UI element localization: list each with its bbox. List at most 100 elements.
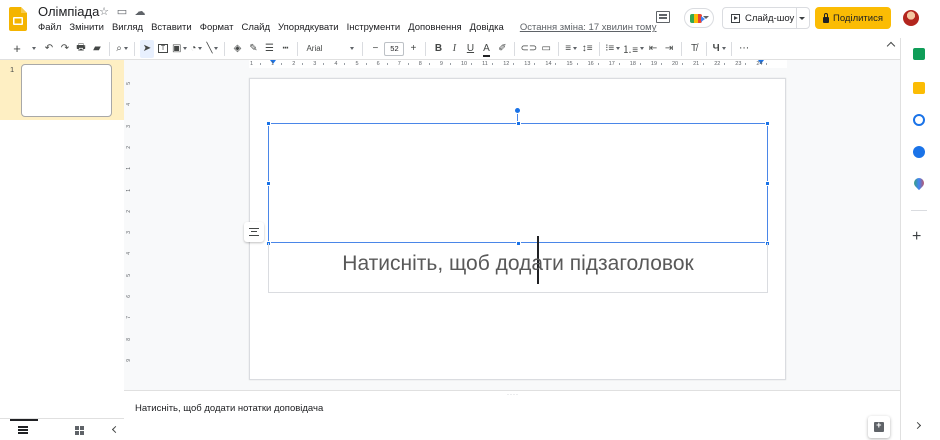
numbered-list-button[interactable]: ⒈≡	[622, 40, 645, 58]
resize-handle-top[interactable]	[516, 121, 521, 126]
chevron-left-icon[interactable]	[111, 425, 120, 434]
line-button[interactable]: ╲	[205, 40, 219, 58]
border-color-button[interactable]: ✎	[246, 40, 260, 58]
chevron-down-icon	[123, 47, 128, 50]
redo-button[interactable]: ↷	[58, 40, 72, 58]
print-button[interactable]: 🖶	[74, 40, 88, 58]
border-dash-button[interactable]: ┅	[278, 40, 292, 58]
move-folder-icon[interactable]: ▭	[116, 5, 128, 18]
image-icon: ▣	[172, 43, 182, 54]
slide[interactable]: Натисніть, щоб додати підзаголовок	[249, 78, 786, 380]
menu-insert[interactable]: Вставити	[147, 22, 196, 34]
avatar[interactable]	[903, 10, 919, 26]
maps-icon[interactable]	[911, 175, 927, 191]
plus-icon: +	[13, 41, 21, 56]
highlight-color-button[interactable]: ✐	[495, 40, 509, 58]
underline-button[interactable]: U	[463, 40, 477, 58]
ruler-tick-label: 8	[126, 337, 132, 341]
text-box-button[interactable]: T	[156, 40, 170, 58]
line-spacing-button[interactable]: ↕≡	[580, 40, 594, 58]
bulleted-list-button[interactable]: ⁝≡	[605, 40, 621, 58]
input-tools-button[interactable]: Ч	[712, 40, 726, 58]
resize-handle-right[interactable]	[765, 181, 770, 186]
menu-slide[interactable]: Слайд	[237, 22, 274, 34]
collapse-menus-chevron-icon[interactable]	[886, 41, 896, 51]
lock-icon	[823, 12, 830, 23]
comment-history-icon[interactable]	[656, 11, 670, 23]
border-weight-button[interactable]: ☰	[262, 40, 276, 58]
speaker-notes-input[interactable]: Натисніть, щоб додати нотатки доповідача	[135, 403, 323, 414]
grid-view-icon[interactable]	[75, 426, 84, 435]
undo-button[interactable]: ↶	[42, 40, 56, 58]
bold-button[interactable]: B	[431, 40, 445, 58]
keep-icon[interactable]	[913, 82, 925, 94]
italic-button[interactable]: I	[447, 40, 461, 58]
ruler-tick-mark	[513, 63, 515, 65]
sheets-icon[interactable]	[913, 48, 925, 60]
paint-format-button[interactable]: ▰	[90, 40, 104, 58]
insert-image-button[interactable]: ▣	[172, 40, 188, 58]
cloud-status-icon[interactable]: ☁	[134, 5, 146, 18]
insert-comment-button[interactable]: ▭	[539, 40, 553, 58]
menu-tools[interactable]: Інструменти	[343, 22, 405, 34]
menu-view[interactable]: Вигляд	[108, 22, 147, 34]
new-slide-button[interactable]: +	[10, 40, 24, 58]
star-icon[interactable]: ☆	[98, 5, 110, 18]
subtitle-placeholder[interactable]: Натисніть, щоб додати підзаголовок	[268, 243, 768, 293]
menu-format[interactable]: Формат	[196, 22, 238, 34]
select-tool-button[interactable]: ➤	[140, 39, 154, 58]
line-icon: ╲	[206, 43, 213, 54]
print-icon: 🖶	[76, 42, 86, 53]
chevron-right-icon[interactable]	[913, 421, 922, 430]
more-options-button[interactable]: ⋯	[737, 40, 751, 58]
resize-handle-top-left[interactable]	[266, 121, 271, 126]
insert-link-button[interactable]: ⊂⊃	[520, 40, 537, 58]
menu-addons[interactable]: Доповнення	[404, 22, 465, 34]
rotate-handle[interactable]	[514, 107, 521, 114]
menu-arrange[interactable]: Упорядкувати	[274, 22, 343, 34]
font-size-decrease-button[interactable]: −	[368, 40, 382, 58]
slides-logo-icon[interactable]	[9, 7, 27, 31]
vertical-align-button[interactable]	[244, 222, 264, 242]
ruler-tick-mark	[745, 63, 747, 65]
meet-button[interactable]	[684, 8, 714, 28]
toolbar-divider	[362, 41, 364, 56]
zoom-button[interactable]: ⌕	[115, 40, 129, 58]
clear-formatting-button[interactable]: T̸	[687, 40, 701, 58]
new-slide-layout-dropdown[interactable]	[26, 40, 40, 58]
document-title[interactable]: Олімпіада	[38, 4, 99, 19]
font-family-select[interactable]: Arial	[303, 41, 357, 57]
share-button[interactable]: Поділитися	[815, 7, 891, 29]
resize-handle-left[interactable]	[266, 181, 271, 186]
slide-thumbnail-row[interactable]: 1	[0, 60, 124, 120]
decrease-indent-button[interactable]: ⇤	[646, 40, 660, 58]
align-button[interactable]: ≡	[564, 40, 578, 58]
font-size-input[interactable]: 52	[384, 41, 405, 56]
input-tools-icon: Ч	[712, 43, 720, 54]
title-placeholder[interactable]	[268, 123, 768, 284]
explore-button[interactable]	[868, 416, 890, 438]
ruler-tick-label: 2	[292, 61, 296, 67]
last-edit-link[interactable]: Остання зміна: 17 хвилин тому	[516, 22, 661, 34]
font-size-increase-button[interactable]: +	[406, 40, 420, 58]
menu-file[interactable]: Файл	[38, 22, 65, 34]
fill-color-button[interactable]: ◈	[230, 40, 244, 58]
slide-thumbnail[interactable]	[21, 64, 112, 117]
tasks-icon[interactable]	[913, 114, 925, 126]
shape-button[interactable]: ◔	[189, 40, 203, 58]
zoom-icon: ⌕	[116, 43, 122, 54]
resize-handle-top-right[interactable]	[765, 121, 770, 126]
filmstrip-view-icon[interactable]	[18, 426, 28, 434]
menu-help[interactable]: Довідка	[466, 22, 508, 34]
chevron-down-icon	[640, 47, 645, 50]
contacts-icon[interactable]	[913, 146, 925, 158]
notes-resize-grip[interactable]: ····	[507, 392, 519, 398]
get-addons-plus-icon[interactable]: +	[912, 229, 921, 245]
slide-filmstrip: 1	[0, 60, 124, 418]
border-weight-icon: ☰	[264, 43, 274, 54]
slideshow-options-chevron-icon[interactable]	[799, 17, 805, 20]
increase-indent-button[interactable]: ⇥	[662, 40, 676, 58]
menu-edit[interactable]: Змінити	[65, 22, 108, 34]
slideshow-button[interactable]: Слайд-шоу	[723, 8, 797, 28]
text-color-button[interactable]: A	[479, 40, 493, 58]
